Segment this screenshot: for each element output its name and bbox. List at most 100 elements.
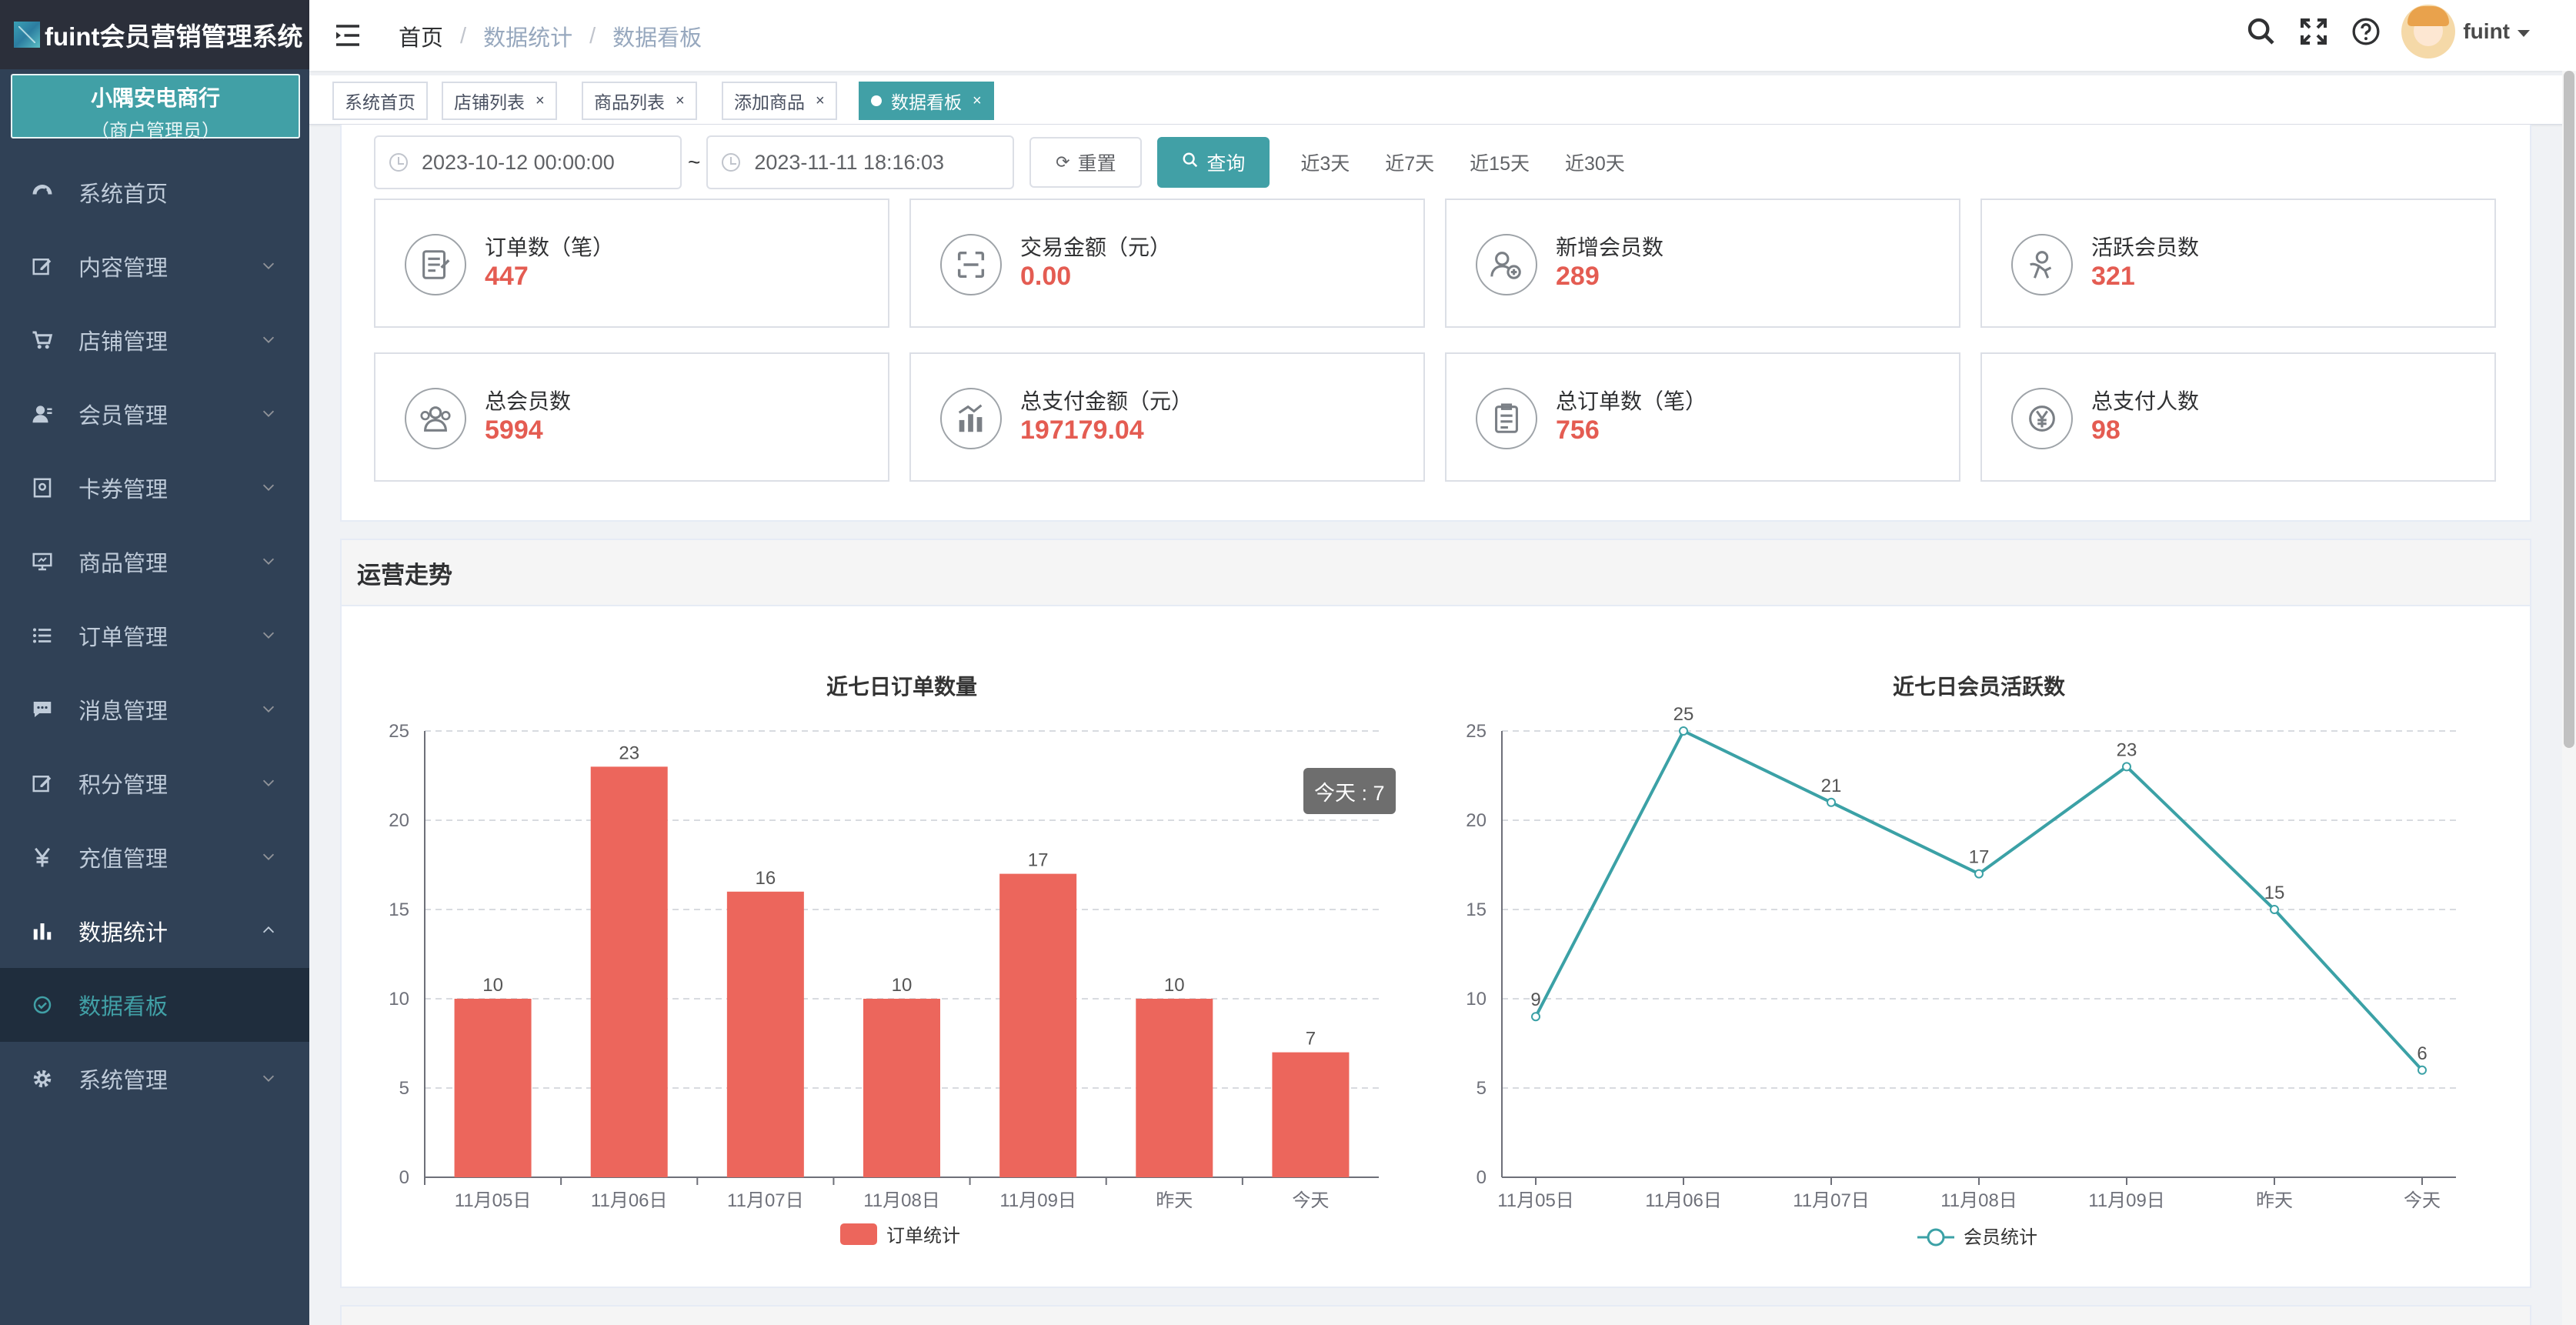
- sidebar-item-label: 卡券管理: [78, 478, 169, 502]
- data-point: [1531, 1012, 1540, 1022]
- sidebar-item-label: 内容管理: [78, 256, 169, 281]
- message-icon: [29, 696, 55, 723]
- data-label: 7: [1306, 1029, 1316, 1050]
- navbar-actions: fuint: [2224, 0, 2530, 63]
- reset-button[interactable]: ⟳ 重置: [1029, 137, 1143, 188]
- sidebar-item-statistics[interactable]: 数据统计: [0, 894, 309, 968]
- bar: [999, 873, 1077, 1177]
- y-tick-label: 5: [1477, 1078, 1487, 1099]
- sidebar-item-system[interactable]: 系统管理: [0, 1042, 309, 1116]
- tab-store-list[interactable]: 店铺列表 ×: [442, 82, 557, 120]
- sidebar-item-goods[interactable]: 商品管理: [0, 525, 309, 599]
- sidebar-item-label: 商品管理: [78, 552, 169, 576]
- clock-icon: [389, 153, 408, 172]
- chevron-down-icon: [262, 1075, 275, 1082]
- breadcrumb: 首页 / 数据统计 / 数据看板: [399, 20, 702, 52]
- end-date-value: 2023-11-11 18:16:03: [754, 150, 945, 174]
- stat-label: 交易金额（元）: [1020, 235, 1172, 259]
- breadcrumb-home[interactable]: 首页: [399, 20, 443, 52]
- close-icon[interactable]: ×: [536, 92, 545, 110]
- breadcrumb-separator: /: [460, 23, 467, 48]
- bar: [454, 999, 532, 1177]
- trend-panel-title: 运营走势: [342, 540, 2530, 606]
- dashboard-icon: [29, 179, 55, 205]
- data-point: [2418, 1065, 2427, 1075]
- x-tick-label: 今天: [1292, 1190, 1329, 1211]
- coupon-icon: [29, 475, 55, 501]
- tab-label: 添加商品: [734, 92, 805, 112]
- sidebar-item-label: 充值管理: [78, 847, 169, 872]
- sidebar-item-order[interactable]: 订单管理: [0, 599, 309, 673]
- data-label: 17: [1028, 850, 1049, 871]
- stat-value: 0.00: [1020, 262, 1072, 291]
- end-date-input[interactable]: 2023-11-11 18:16:03: [706, 135, 1015, 189]
- tab-data-board[interactable]: 数据看板 ×: [859, 82, 994, 120]
- stat-value: 321: [2091, 262, 2135, 291]
- username[interactable]: fuint: [2463, 19, 2510, 44]
- app-logo[interactable]: fuint会员营销管理系统: [0, 0, 309, 69]
- close-icon[interactable]: ×: [676, 92, 685, 110]
- sidebar-item-content[interactable]: 内容管理: [0, 229, 309, 303]
- stat-value: 447: [485, 262, 529, 291]
- y-tick-label: 10: [1466, 989, 1487, 1010]
- scan-icon: [940, 234, 1002, 295]
- quick-range-7d[interactable]: 近7天: [1385, 149, 1434, 176]
- yen-icon: [29, 844, 55, 870]
- start-date-input[interactable]: 2023-10-12 00:00:00: [374, 135, 682, 189]
- sidebar-item-points[interactable]: 积分管理: [0, 746, 309, 820]
- quick-range-30d[interactable]: 近30天: [1565, 149, 1625, 176]
- x-tick-label: 11月06日: [591, 1190, 668, 1211]
- sidebar-item-data-board[interactable]: 数据看板: [0, 968, 309, 1042]
- legend-label: 会员统计: [1964, 1227, 2037, 1248]
- help-icon[interactable]: [2351, 16, 2381, 47]
- hamburger-icon[interactable]: [334, 22, 362, 49]
- x-tick-label: 11月05日: [1497, 1190, 1574, 1211]
- member-line-chart: 近七日会员活跃数 0 5 10 15 20 25 9 25 21 17 23 15 6 11月05日 11月0…: [1466, 675, 2456, 1248]
- avatar[interactable]: [2401, 5, 2456, 58]
- sidebar-item-coupon[interactable]: 卡券管理: [0, 451, 309, 525]
- close-icon[interactable]: ×: [973, 92, 982, 110]
- data-label: 10: [892, 975, 913, 996]
- data-point: [2122, 762, 2131, 772]
- search-icon[interactable]: [2246, 16, 2277, 47]
- sidebar-item-dashboard[interactable]: 系统首页: [0, 155, 309, 229]
- quick-range-3d[interactable]: 近3天: [1300, 149, 1350, 176]
- tab-goods-list[interactable]: 商品列表 ×: [582, 82, 697, 120]
- query-button[interactable]: 查询: [1157, 137, 1270, 188]
- close-icon[interactable]: ×: [816, 92, 825, 110]
- sidebar-item-member[interactable]: 会员管理: [0, 377, 309, 451]
- stat-label: 新增会员数: [1556, 235, 1664, 259]
- app-title: fuint会员营销管理系统: [45, 22, 303, 51]
- chevron-down-icon: [262, 410, 275, 417]
- sidebar-item-store[interactable]: 店铺管理: [0, 303, 309, 377]
- edit-icon: [29, 770, 55, 796]
- tab-home[interactable]: 系统首页: [332, 82, 428, 120]
- y-tick-label: 25: [1466, 721, 1487, 742]
- chevron-down-icon: [262, 558, 275, 565]
- x-tick-label: 11月08日: [1940, 1190, 2017, 1211]
- sidebar-item-message[interactable]: 消息管理: [0, 673, 309, 746]
- scrollbar-thumb[interactable]: [2564, 71, 2574, 748]
- y-tick-label: 15: [389, 899, 409, 920]
- page-scrollbar[interactable]: [2562, 71, 2576, 1325]
- tab-label: 系统首页: [345, 92, 415, 112]
- sidebar-item-recharge[interactable]: 充值管理: [0, 820, 309, 894]
- quick-range-15d[interactable]: 近15天: [1470, 149, 1530, 176]
- active-dot-icon: [871, 95, 882, 106]
- growth-bars-icon: [940, 388, 1002, 449]
- sidebar-item-label: 会员管理: [78, 404, 169, 429]
- caret-down-icon[interactable]: [2518, 29, 2530, 37]
- breadcrumb-current: 数据看板: [612, 26, 702, 51]
- users-icon: [405, 388, 466, 449]
- fullscreen-icon[interactable]: [2298, 16, 2329, 47]
- chevron-down-icon: [262, 706, 275, 713]
- y-tick-label: 0: [1477, 1167, 1487, 1188]
- stat-card-active-members: 活跃会员数 321: [1980, 199, 2496, 328]
- tags-view: 系统首页 店铺列表 × 商品列表 × 添加商品 × 数据看板 ×: [309, 75, 2568, 125]
- stat-value: 289: [1556, 262, 1600, 291]
- breadcrumb-separator: /: [589, 23, 596, 48]
- sidebar-item-label: 系统管理: [78, 1069, 169, 1093]
- stat-card-orders: 订单数（笔） 447: [374, 199, 889, 328]
- tab-add-goods[interactable]: 添加商品 ×: [722, 82, 837, 120]
- sidebar-item-label: 积分管理: [78, 773, 169, 798]
